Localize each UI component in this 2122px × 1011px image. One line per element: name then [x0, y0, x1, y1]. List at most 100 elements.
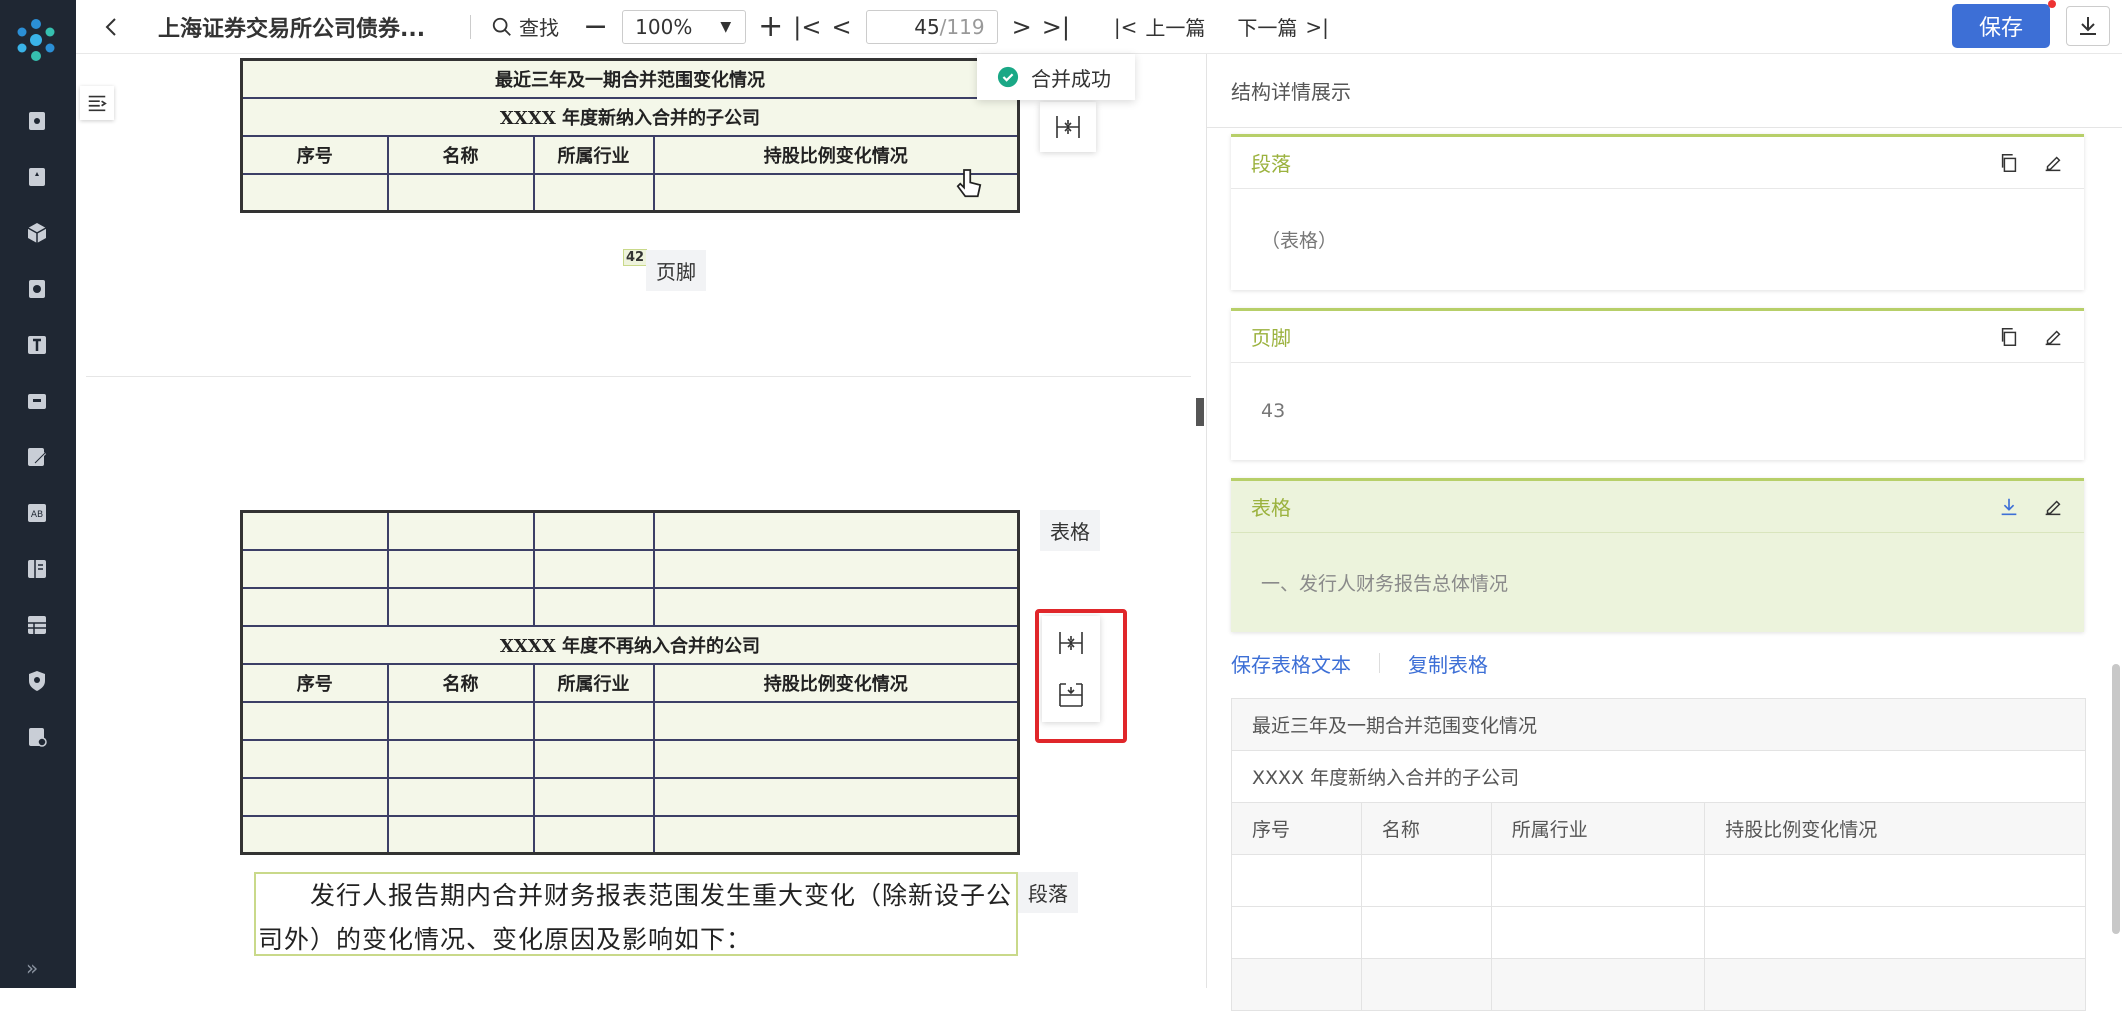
next-doc-icon: >|	[1305, 14, 1329, 39]
toolbar-divider	[470, 14, 471, 39]
footer-tag[interactable]: 页脚	[646, 250, 706, 291]
table-actions: 保存表格文本 复制表格	[1231, 649, 1488, 678]
table1-header: 所属行业	[532, 134, 655, 175]
table1-title: 最近三年及一期合并范围变化情况	[240, 58, 1020, 99]
prev-doc-button[interactable]: |< 上一篇	[1114, 12, 1206, 41]
last-page-icon[interactable]: >|	[1042, 13, 1070, 41]
table2-header: 持股比例变化情况	[652, 662, 1020, 703]
card-content: 43	[1261, 400, 1286, 422]
edit-icon[interactable]	[2042, 496, 2064, 518]
record-icon[interactable]	[22, 274, 52, 304]
toolbar: 上海证券交易所公司债券... 查找 − 100% ▼ + |< < 45 /11…	[76, 0, 2122, 54]
preview-header: 名称	[1360, 802, 1492, 855]
app-logo	[17, 19, 55, 61]
svg-text:AB: AB	[31, 510, 43, 520]
page-input[interactable]: 45 /119	[865, 9, 998, 44]
panel-title: 结构详情展示	[1207, 54, 2122, 128]
card-content: 一、发行人财务报告总体情况	[1261, 572, 1509, 595]
box-icon[interactable]	[22, 386, 52, 416]
page-current: 45	[914, 14, 940, 39]
zoom-select[interactable]: 100% ▼	[622, 9, 747, 44]
layout-icon[interactable]	[22, 554, 52, 584]
preview-table: 最近三年及一期合并范围变化情况 XXXX 年度新纳入合并的子公司 序号 名称 所…	[1231, 698, 2086, 1011]
preview-row: XXXX 年度新纳入合并的子公司	[1231, 750, 2086, 803]
edit-icon[interactable]	[2042, 152, 2064, 174]
caret-down-icon: ▼	[720, 18, 732, 35]
paragraph-text: 发行人报告期内合并财务报表范围发生重大变化（除新设子公司外）的变化情况、变化原因…	[258, 881, 1013, 954]
save-table-text-link[interactable]: 保存表格文本	[1231, 649, 1351, 678]
panel-scrollbar[interactable]	[2112, 664, 2120, 934]
doc-table-1[interactable]: 最近三年及一期合并范围变化情况 XXXX 年度新纳入合并的子公司 序号 名称 所…	[240, 58, 1020, 213]
document-view: 最近三年及一期合并范围变化情况 XXXX 年度新纳入合并的子公司 序号 名称 所…	[76, 54, 1206, 988]
first-page-icon[interactable]: |<	[793, 13, 821, 41]
preview-header: 持股比例变化情况	[1704, 802, 2086, 855]
toast-text: 合并成功	[1031, 66, 1111, 91]
table2-title: XXXX 年度不再纳入合并的公司	[240, 624, 1020, 665]
highlight-box	[1035, 609, 1127, 743]
table1-header: 序号	[240, 134, 389, 175]
text-icon[interactable]	[22, 330, 52, 360]
paragraph-tag[interactable]: 段落	[1018, 872, 1078, 913]
table2-header: 名称	[386, 662, 535, 703]
doc-paragraph[interactable]: 发行人报告期内合并财务报表范围发生重大变化（除新设子公司外）的变化情况、变化原因…	[254, 872, 1018, 956]
copy-table-link[interactable]: 复制表格	[1408, 649, 1488, 678]
next-doc-label: 下一篇	[1237, 16, 1298, 40]
save-button[interactable]: 保存	[1952, 4, 2050, 48]
search-label: 查找	[519, 16, 559, 40]
table-icon[interactable]	[22, 610, 52, 640]
expand-sidebar-icon[interactable]: »	[26, 956, 38, 980]
next-page-icon[interactable]: >	[1012, 13, 1032, 41]
back-icon[interactable]	[100, 15, 124, 39]
table1-header: 名称	[386, 134, 535, 175]
translate-icon[interactable]: AB	[22, 498, 52, 528]
copy-icon[interactable]	[1998, 152, 2020, 174]
bookmark-icon[interactable]	[22, 162, 52, 192]
edit-icon[interactable]	[2042, 326, 2064, 348]
prev-doc-icon: |<	[1113, 14, 1138, 39]
table1-float-toolbar	[1040, 102, 1096, 152]
notification-dot	[2048, 0, 2056, 8]
page-separator	[86, 376, 1191, 377]
copy-icon[interactable]	[1998, 326, 2020, 348]
hand-cursor-icon	[956, 169, 982, 198]
prev-doc-label: 上一篇	[1145, 16, 1206, 40]
document-title: 上海证券交易所公司债券...	[158, 16, 426, 42]
search-button[interactable]: 查找	[491, 12, 559, 41]
page-total: /119	[939, 14, 985, 39]
outline-toggle-icon[interactable]	[80, 86, 114, 120]
card-type: 表格	[1251, 496, 1291, 520]
preview-header: 所属行业	[1490, 802, 1706, 855]
download-button[interactable]	[2066, 6, 2110, 46]
structure-card-footer[interactable]: 页脚 43	[1231, 308, 2084, 460]
table1-subtitle: XXXX 年度新纳入合并的子公司	[240, 96, 1020, 137]
download-icon[interactable]	[1998, 496, 2020, 518]
zoom-value: 100%	[635, 14, 693, 39]
cube-icon[interactable]	[22, 218, 52, 248]
table-tag[interactable]: 表格	[1040, 510, 1100, 551]
table2-header: 序号	[240, 662, 389, 703]
footer-page-number: 42	[623, 249, 648, 266]
structure-card-table[interactable]: 表格 一、发行人财务报告总体情况	[1231, 478, 2084, 632]
success-toast: 合并成功	[977, 54, 1135, 100]
search-icon	[492, 17, 511, 36]
sidebar: AB »	[0, 0, 76, 988]
card-content: （表格）	[1261, 229, 1338, 252]
doc-scrollbar[interactable]	[1196, 398, 1204, 426]
settings-doc-icon[interactable]	[22, 722, 52, 752]
card-type: 段落	[1251, 152, 1291, 176]
preview-row: 最近三年及一期合并范围变化情况	[1231, 698, 2086, 751]
zoom-in-button[interactable]: +	[758, 11, 783, 42]
zoom-out-button[interactable]: −	[583, 11, 608, 42]
preview-header: 序号	[1231, 802, 1362, 855]
structure-card-paragraph[interactable]: 段落 （表格）	[1231, 134, 2084, 290]
structure-panel: 结构详情展示 段落 （表格） 页脚 43 表格 一、发行人财务报告总体情况 保存…	[1207, 54, 2122, 1011]
split-table-icon[interactable]	[1053, 112, 1083, 142]
shield-icon[interactable]	[22, 666, 52, 696]
download-icon	[2080, 17, 2096, 35]
card-type: 页脚	[1251, 326, 1291, 350]
next-doc-button[interactable]: 下一篇 >|	[1237, 12, 1329, 41]
ai-edit-icon[interactable]	[22, 442, 52, 472]
prev-page-icon[interactable]: <	[831, 13, 851, 41]
doc-table-2[interactable]: XXXX 年度不再纳入合并的公司 序号 名称 所属行业 持股比例变化情况	[240, 510, 1020, 855]
doc-icon[interactable]	[22, 106, 52, 136]
